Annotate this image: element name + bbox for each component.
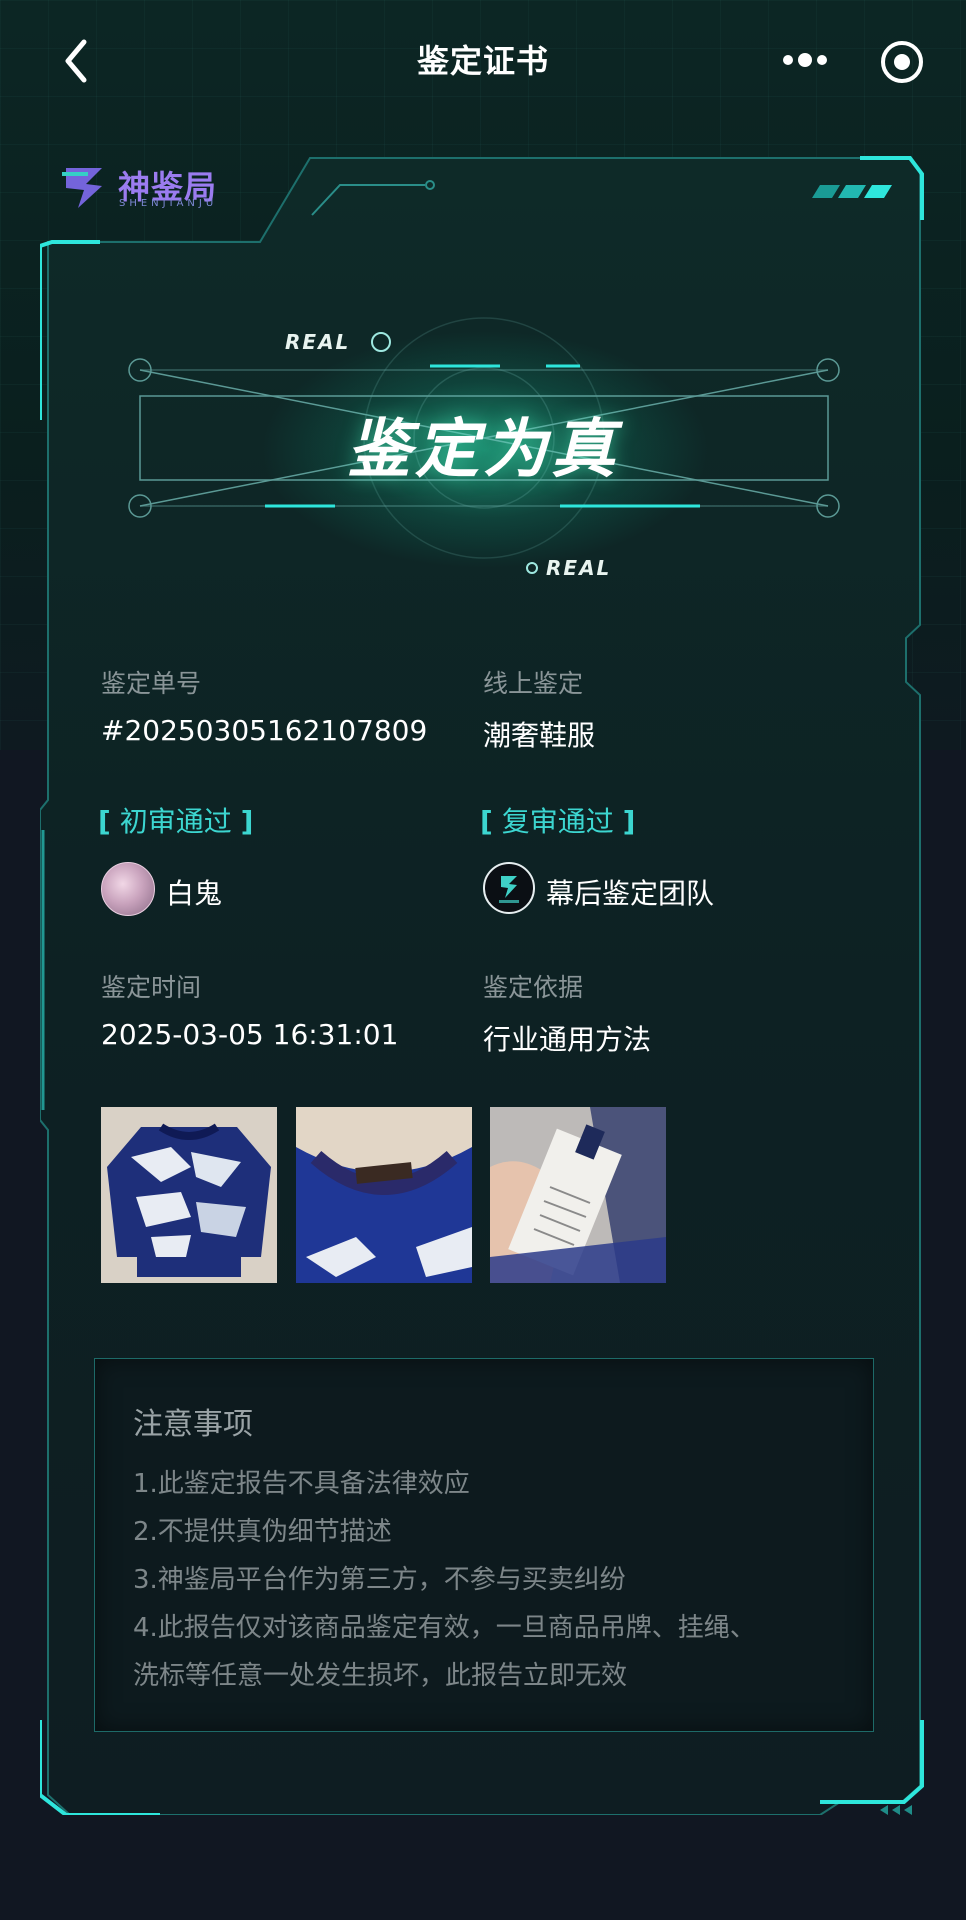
first-reviewer-name: 白鬼	[166, 877, 223, 910]
notice-item: 2.不提供真伪细节描述	[133, 1517, 392, 1547]
first-review-badge: [ 初审通过 ]	[98, 805, 254, 838]
team-logo-icon	[499, 876, 519, 903]
second-reviewer-name: 幕后鉴定团队	[546, 877, 715, 910]
first-review-label: 初审通过	[119, 805, 232, 838]
notice-item: 3.神鉴局平台作为第三方，不参与买卖纠纷	[133, 1565, 626, 1595]
sweater-front-image	[101, 1107, 277, 1283]
real-tag-bottom: REAL	[546, 556, 612, 580]
notice-item: 洗标等任意一处发生损坏，此报告立即无效	[133, 1661, 628, 1691]
appraisal-basis-label: 鉴定依据	[483, 973, 584, 1002]
care-label-image	[490, 1107, 666, 1283]
more-button[interactable]	[780, 40, 830, 80]
real-tag-top: REAL	[285, 330, 351, 354]
nav-bar: 鉴定证书	[0, 0, 966, 120]
target-circle-icon	[881, 41, 923, 83]
result-banner: REAL 鉴定为真 REAL	[110, 310, 856, 590]
brand-logo: 神鉴局 SHENJIANJU	[58, 158, 258, 214]
appraisal-category-value: 潮奢鞋服	[483, 719, 596, 752]
second-review-label: 复审通过	[501, 805, 614, 838]
more-dots-icon	[783, 53, 827, 67]
sweater-collar-photo[interactable]	[296, 1107, 472, 1283]
appraisal-type-label: 线上鉴定	[483, 669, 584, 698]
notice-panel: 注意事项 1.此鉴定报告不具备法律效应 2.不提供真伪细节描述 3.神鉴局平台作…	[94, 1358, 874, 1732]
appraisal-time-label: 鉴定时间	[101, 973, 202, 1002]
sweater-front-photo[interactable]	[101, 1107, 277, 1283]
first-reviewer-avatar	[101, 862, 155, 916]
second-reviewer-avatar	[483, 862, 535, 914]
sweater-collar-image	[296, 1107, 472, 1283]
appraisal-time-value: 2025-03-05 16:31:01	[101, 1018, 399, 1051]
brand-subtitle: SHENJIANJU	[119, 198, 218, 209]
appraisal-basis-value: 行业通用方法	[483, 1023, 652, 1056]
order-number-label: 鉴定单号	[101, 669, 202, 698]
order-number-value: #20250305162107809	[101, 714, 428, 747]
close-miniprogram-button[interactable]	[878, 38, 926, 86]
notice-item: 4.此报告仅对该商品鉴定有效，一旦商品吊牌、挂绳、	[133, 1613, 756, 1643]
shield-logo-icon	[62, 168, 102, 208]
notice-item: 1.此鉴定报告不具备法律效应	[133, 1469, 470, 1499]
second-review-badge: [ 复审通过 ]	[480, 805, 636, 838]
notice-title: 注意事项	[133, 1407, 253, 1442]
result-title: 鉴定为真	[347, 413, 619, 487]
care-label-photo[interactable]	[490, 1107, 666, 1283]
